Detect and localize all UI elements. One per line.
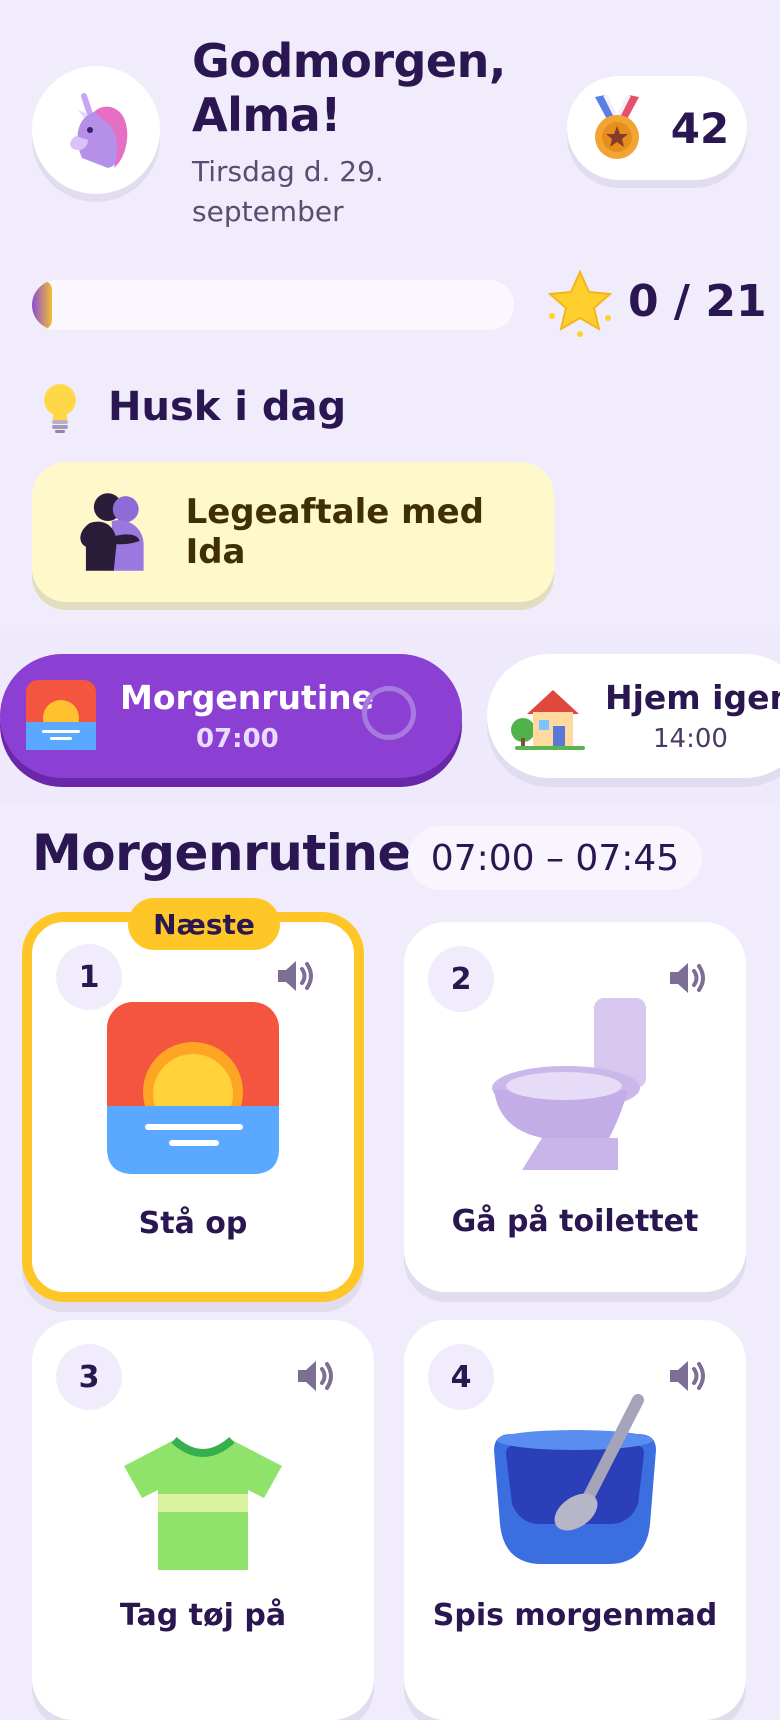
task-number: 1 (56, 944, 122, 1010)
lightbulb-icon-wrap (40, 382, 80, 438)
task-label: Spis morgenmad (432, 1598, 718, 1633)
task-number: 4 (428, 1344, 494, 1410)
progress-bar (32, 280, 514, 330)
user-name: Alma! (192, 88, 341, 142)
toilet-icon (492, 998, 646, 1170)
greeting-line: Godmorgen, (192, 34, 506, 88)
routine-pill-morgenrutine[interactable]: Morgenrutine 07:00 (0, 654, 462, 778)
reminder-title: Husk i dag (108, 384, 347, 430)
progress-fill (32, 280, 52, 330)
task-label: Stå op (138, 1206, 248, 1241)
time-range: 07:00 – 07:45 (408, 826, 702, 890)
task-card-3[interactable]: 3 Tag tøj på (32, 1320, 374, 1720)
section-title: Morgenrutine (32, 824, 411, 882)
sunrise-icon (26, 680, 96, 750)
reminder-label: Legeaftale med Ida (185, 492, 484, 572)
sunrise-icon (107, 1002, 279, 1174)
routine-status-circle (362, 686, 416, 740)
routine-time: 07:00 (196, 724, 279, 754)
progress-text: 0 / 21 (628, 276, 767, 327)
star-icon (547, 269, 613, 337)
house-icon (511, 690, 585, 750)
lightbulb-icon (44, 384, 76, 433)
routine-title: Morgenrutine (120, 678, 375, 717)
hugging-people-icon (80, 493, 144, 571)
avatar[interactable] (32, 66, 160, 194)
task-card-2[interactable]: 2 Gå på toilettet (404, 922, 746, 1292)
score-value: 42 (670, 103, 730, 153)
speaker-icon[interactable] (668, 960, 710, 996)
tshirt-icon (124, 1436, 282, 1570)
routine-pill-hjem-igen[interactable]: Hjem igen 14:00 (487, 654, 780, 778)
task-number: 2 (428, 946, 494, 1012)
task-card-4[interactable]: 4 Spis morgenmad (404, 1320, 746, 1720)
routine-time: 14:00 (653, 724, 728, 754)
routine-title: Hjem igen (605, 678, 780, 717)
date-label: Tirsdag d. 29. september (192, 155, 384, 228)
task-card-1[interactable]: Næste 1 Stå op (22, 898, 364, 1302)
speaker-icon[interactable] (276, 958, 318, 994)
task-number: 3 (56, 1344, 122, 1410)
score-badge[interactable]: 42 (567, 76, 747, 180)
task-label: Tag tøj på (119, 1598, 287, 1633)
reminder-card[interactable]: Legeaftale med Ida (32, 462, 554, 602)
star-icon-wrap (544, 266, 616, 342)
greeting: Godmorgen, Alma! (192, 34, 506, 142)
task-label: Gå på toilettet (451, 1204, 699, 1239)
medal-icon (594, 94, 639, 159)
speaker-icon[interactable] (296, 1358, 338, 1394)
speaker-icon[interactable] (668, 1358, 710, 1394)
cereal-bowl-icon (494, 1394, 656, 1564)
next-badge: Næste (128, 898, 280, 950)
unicorn-icon (70, 93, 128, 168)
